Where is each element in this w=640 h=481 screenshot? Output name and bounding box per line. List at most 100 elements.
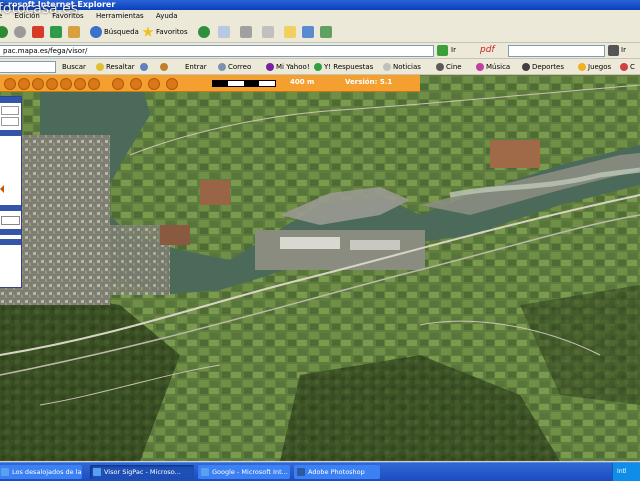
- refresh-button[interactable]: [50, 25, 64, 39]
- windows-taskbar: Los desalojados de la... Visor SigPac - …: [0, 462, 640, 481]
- taskbar-item[interactable]: Adobe Photoshop: [294, 465, 380, 479]
- go-label[interactable]: Ir: [451, 46, 456, 54]
- side-panel-divider: [0, 130, 21, 136]
- system-tray[interactable]: Intl: [612, 463, 640, 481]
- yahoo-answers-button[interactable]: Y! Respuestas: [314, 62, 373, 72]
- menu-tools[interactable]: Herramientas: [96, 12, 144, 20]
- taskbar-item-label: Los desalojados de la...: [12, 468, 82, 476]
- yahoo-mail-button[interactable]: Correo: [218, 62, 251, 72]
- home-button[interactable]: [68, 25, 82, 39]
- measure-icon[interactable]: [60, 78, 72, 90]
- viewer-toolbar: 400 m Versión: 5.1: [0, 75, 420, 92]
- media-icon: [198, 26, 210, 38]
- yahoo-search-button[interactable]: Buscar: [62, 62, 86, 72]
- yahoo-enter-button[interactable]: Entrar: [185, 62, 207, 72]
- address-input[interactable]: pac.mapa.es/fega/visor/: [0, 45, 434, 57]
- sports-label: Deportes: [532, 63, 564, 71]
- news-label: Noticias: [393, 63, 421, 71]
- cinema-icon: [436, 63, 444, 71]
- yahoo-search-input[interactable]: [0, 61, 56, 73]
- photoshop-icon: [297, 468, 305, 476]
- taskbar-item-label: Adobe Photoshop: [308, 468, 365, 476]
- aerial-image: [0, 75, 640, 461]
- yahoo-myyahoo-button[interactable]: Mi Yahoo!: [266, 62, 310, 72]
- pdf-go-arrow-icon[interactable]: [608, 45, 619, 56]
- coordinate-spinner-1[interactable]: [1, 106, 19, 115]
- yahoo-music-button[interactable]: Música: [476, 62, 510, 72]
- yahoo-more-button[interactable]: C: [620, 62, 635, 72]
- legend-icon[interactable]: [148, 78, 160, 90]
- go-arrow-icon[interactable]: [437, 45, 448, 56]
- side-panel-divider-3: [0, 229, 21, 235]
- menu-help[interactable]: Ayuda: [156, 12, 178, 20]
- favorites-label: Favoritos: [156, 28, 188, 36]
- folder-icon: [284, 26, 296, 38]
- aerial-map[interactable]: [0, 75, 640, 461]
- pdf-search-input[interactable]: [508, 45, 605, 57]
- mail-label: Correo: [228, 63, 252, 71]
- yahoo-logo-icon: [266, 63, 274, 71]
- games-label: Juegos: [588, 63, 612, 71]
- folder-button[interactable]: [284, 25, 298, 39]
- sports-ball-icon: [522, 63, 530, 71]
- collapse-arrow-icon[interactable]: [0, 185, 4, 193]
- home-icon: [68, 26, 80, 38]
- coordinate-spinner-2[interactable]: [1, 117, 19, 126]
- extra-button[interactable]: [320, 25, 334, 39]
- taskbar-item[interactable]: Los desalojados de la...: [0, 465, 82, 479]
- pan-icon[interactable]: [32, 78, 44, 90]
- print-button[interactable]: [240, 25, 254, 39]
- print-map-icon[interactable]: [112, 78, 124, 90]
- answers-icon: [314, 63, 322, 71]
- watermark-logo: fotocasa.es: [0, 1, 79, 17]
- myyahoo-label: Mi Yahoo!: [276, 63, 310, 71]
- pdf-go-label[interactable]: Ir: [621, 46, 626, 54]
- address-bar: pac.mapa.es/fega/visor/ Ir pdf Ir: [0, 43, 640, 59]
- yahoo-highlight-button[interactable]: Resaltar: [96, 62, 135, 72]
- zoom-out-icon[interactable]: [18, 78, 30, 90]
- edit-icon: [262, 26, 274, 38]
- zoom-in-icon[interactable]: [4, 78, 16, 90]
- pdf-logo: pdf: [480, 45, 495, 55]
- messenger-button[interactable]: [302, 25, 316, 39]
- forward-button[interactable]: [14, 25, 28, 39]
- standard-toolbar: Búsqueda Favoritos: [0, 22, 640, 43]
- stop-button[interactable]: [32, 25, 46, 39]
- zoom-box-icon[interactable]: [46, 78, 58, 90]
- taskbar-item[interactable]: Google - Microsoft Int...: [198, 465, 290, 479]
- search-button[interactable]: Búsqueda: [90, 25, 139, 39]
- mail-icon: [218, 26, 230, 38]
- yahoo-news-button[interactable]: Noticias: [383, 62, 421, 72]
- star-icon: [142, 26, 154, 37]
- back-arrow-icon: [0, 26, 8, 38]
- user-icon[interactable]: [88, 78, 100, 90]
- yahoo-games-button[interactable]: Juegos: [578, 62, 611, 72]
- forward-arrow-icon: [14, 26, 26, 38]
- stop-icon: [32, 26, 44, 38]
- info-icon[interactable]: [74, 78, 86, 90]
- yahoo-sports-button[interactable]: Deportes: [522, 62, 564, 72]
- layers-icon[interactable]: [130, 78, 142, 90]
- mail-button[interactable]: [218, 25, 232, 39]
- pencil-icon: [160, 63, 168, 71]
- taskbar-item-active[interactable]: Visor SigPac - Microso...: [90, 465, 194, 479]
- yahoo-pencil-button[interactable]: [160, 62, 170, 72]
- favorites-button[interactable]: Favoritos: [142, 25, 188, 39]
- scale-bar: [212, 80, 276, 87]
- yahoo-options-button[interactable]: [140, 62, 150, 72]
- games-icon: [578, 63, 586, 71]
- taskbar-item-label: Google - Microsoft Int...: [212, 468, 288, 476]
- search-label: Búsqueda: [104, 28, 139, 36]
- answers-label: Y! Respuestas: [324, 63, 374, 71]
- back-button[interactable]: [0, 25, 10, 39]
- taskbar-item-label: Visor SigPac - Microso...: [104, 468, 181, 476]
- refresh-icon: [50, 26, 62, 38]
- help-icon[interactable]: [166, 78, 178, 90]
- edit-button[interactable]: [262, 25, 276, 39]
- highlight-label: Resaltar: [106, 63, 135, 71]
- media-button[interactable]: [198, 25, 212, 39]
- scale-label: 400 m: [290, 78, 315, 86]
- side-panel-select[interactable]: [1, 216, 20, 225]
- yahoo-cinema-button[interactable]: Cine: [436, 62, 462, 72]
- highlight-icon: [96, 63, 104, 71]
